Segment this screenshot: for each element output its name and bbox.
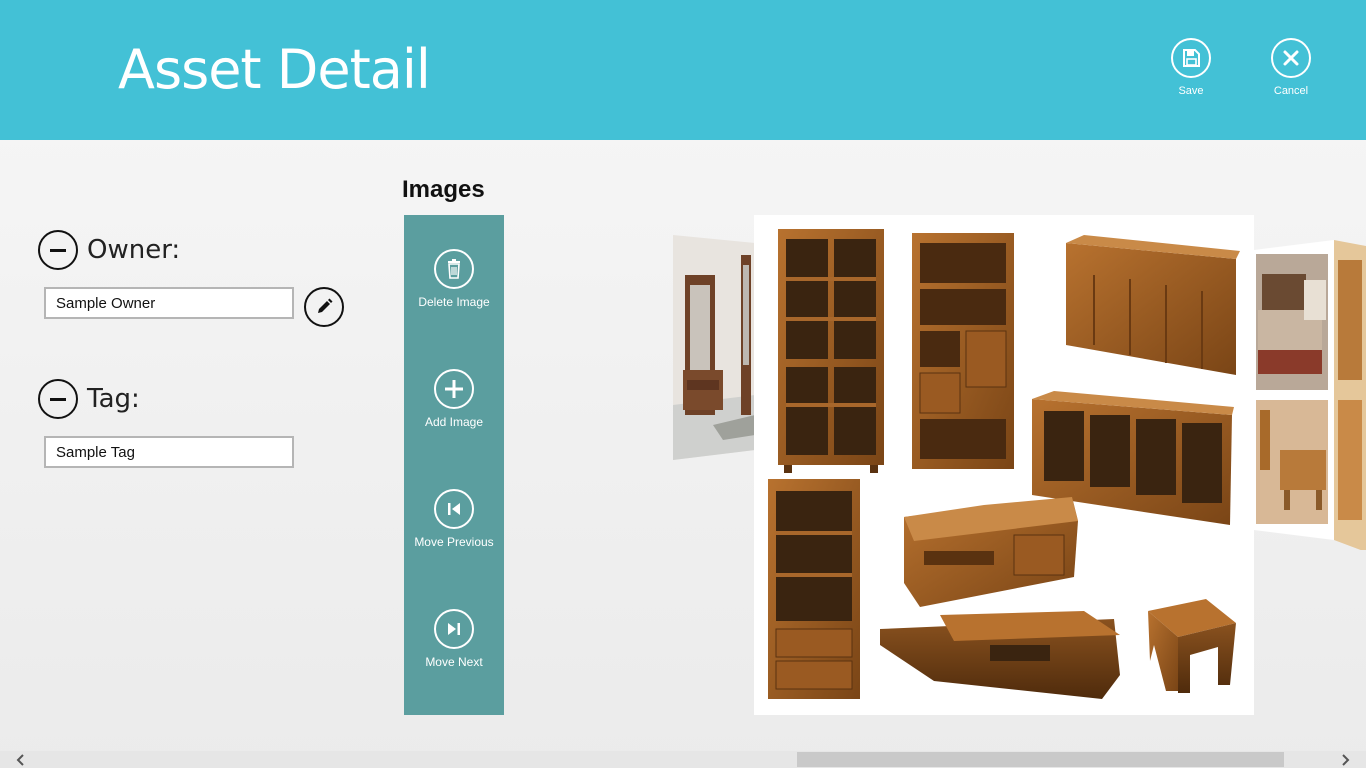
save-button-label: Save xyxy=(1178,85,1204,97)
delete-image-label: Delete Image xyxy=(418,295,490,309)
remove-owner-button[interactable] xyxy=(38,230,78,270)
tag-label: Tag: xyxy=(87,384,140,414)
trash-icon xyxy=(434,249,474,289)
chevron-right-icon xyxy=(1341,753,1349,766)
plus-icon xyxy=(434,369,474,409)
owner-label: Owner: xyxy=(87,235,181,265)
next-image[interactable] xyxy=(1254,240,1366,550)
scroll-right-button[interactable] xyxy=(1336,751,1353,768)
tag-input[interactable] xyxy=(44,436,294,468)
skip-next-icon xyxy=(434,609,474,649)
move-previous-label: Move Previous xyxy=(414,535,494,549)
remove-tag-button[interactable] xyxy=(38,379,78,419)
move-next-label: Move Next xyxy=(425,655,483,669)
add-image-label: Add Image xyxy=(424,415,484,429)
images-heading: Images xyxy=(402,176,485,203)
previous-image[interactable] xyxy=(673,235,755,460)
owner-field-header: Owner: xyxy=(38,230,180,270)
add-image-button[interactable]: Add Image xyxy=(404,369,504,429)
delete-image-button[interactable]: Delete Image xyxy=(404,249,504,309)
minus-icon xyxy=(50,397,66,401)
owner-input[interactable] xyxy=(44,287,294,319)
save-icon xyxy=(1171,38,1211,78)
pencil-icon xyxy=(318,298,333,313)
minus-icon xyxy=(50,248,66,252)
chevron-left-icon xyxy=(16,753,24,766)
app-header: Asset Detail Save Cancel xyxy=(0,0,1366,140)
move-previous-button[interactable]: Move Previous xyxy=(404,489,504,549)
page-title: Asset Detail xyxy=(118,38,431,101)
save-button[interactable]: Save xyxy=(1151,38,1231,97)
tag-field-header: Tag: xyxy=(38,379,140,419)
close-icon xyxy=(1271,38,1311,78)
image-toolbar: Delete Image Add Image Move Previous Mov… xyxy=(404,215,504,715)
furniture-collection-image xyxy=(768,229,1240,699)
cancel-button-label: Cancel xyxy=(1273,85,1309,97)
scrollbar-thumb[interactable] xyxy=(797,752,1284,767)
move-next-button[interactable]: Move Next xyxy=(404,609,504,669)
horizontal-scrollbar[interactable] xyxy=(0,751,1366,768)
cancel-button[interactable]: Cancel xyxy=(1251,38,1331,97)
edit-owner-button[interactable] xyxy=(304,287,344,327)
image-viewer[interactable] xyxy=(754,215,1254,715)
skip-previous-icon xyxy=(434,489,474,529)
scroll-left-button[interactable] xyxy=(12,751,29,768)
